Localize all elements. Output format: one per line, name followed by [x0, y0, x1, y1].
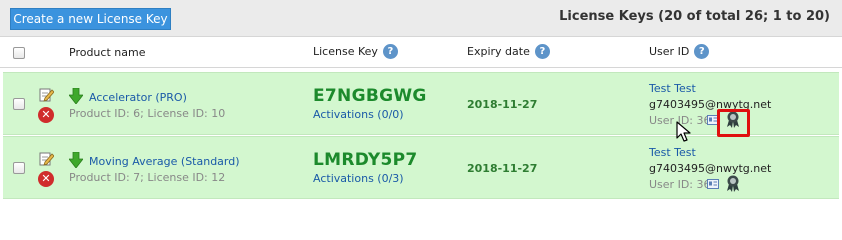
highlight-box [717, 109, 750, 137]
column-header-license-key-label: License Key [313, 45, 378, 58]
mouse-cursor-icon [676, 121, 691, 142]
product-meta: Product ID: 7; License ID: 12 [69, 171, 226, 184]
product-name-link[interactable]: Moving Average (Standard) [89, 155, 240, 168]
page-title: License Keys (20 of total 26; 1 to 20) [559, 9, 830, 24]
table-row: ✕ Moving Average (Standard) Product ID: … [3, 136, 839, 199]
product-meta: Product ID: 6; License ID: 10 [69, 107, 226, 120]
delete-icon[interactable]: ✕ [38, 107, 54, 123]
create-license-key-button[interactable]: Create a new License Key [10, 8, 171, 30]
column-header-user-id-label: User ID [649, 45, 690, 58]
activations-link[interactable]: Activations (0/0) [313, 108, 404, 121]
activations-link[interactable]: Activations (0/3) [313, 172, 404, 185]
row-checkbox[interactable] [13, 162, 25, 174]
table-row: ✕ Accelerator (PRO) Product ID: 6; Licen… [3, 72, 839, 135]
arrow-down-icon [69, 88, 83, 104]
user-name-link[interactable]: Test Test [649, 146, 696, 159]
help-icon[interactable]: ? [534, 44, 550, 59]
column-header-expiry[interactable]: Expiry date ? [467, 44, 550, 59]
license-key: E7NGBGWG [313, 86, 427, 106]
table-header: Product name License Key ? Expiry date ?… [0, 38, 842, 68]
user-email: g7403495@nwytg.net [649, 98, 772, 111]
column-header-product[interactable]: Product name [69, 46, 145, 59]
column-header-expiry-label: Expiry date [467, 45, 530, 58]
product-name-link[interactable]: Accelerator (PRO) [89, 91, 187, 104]
select-all-checkbox[interactable] [13, 47, 25, 59]
edit-icon[interactable] [39, 87, 54, 102]
user-email: g7403495@nwytg.net [649, 162, 772, 175]
edit-icon[interactable] [39, 151, 54, 166]
delete-icon[interactable]: ✕ [38, 171, 54, 187]
column-header-product-label: Product name [69, 46, 146, 59]
help-icon[interactable]: ? [694, 44, 710, 59]
expiry-date: 2018-11-27 [467, 98, 538, 111]
user-name-link[interactable]: Test Test [649, 82, 696, 95]
arrow-down-icon [69, 152, 83, 168]
column-header-license-key[interactable]: License Key ? [313, 44, 398, 59]
help-icon[interactable]: ? [382, 44, 398, 59]
toolbar: Create a new License Key License Keys (2… [0, 0, 842, 37]
user-id: User ID: 36 [649, 178, 711, 191]
license-key: LMRDY5P7 [313, 150, 418, 170]
expiry-date: 2018-11-27 [467, 162, 538, 175]
row-checkbox[interactable] [13, 98, 25, 110]
column-header-user-id[interactable]: User ID ? [649, 44, 710, 59]
award-badge-icon[interactable] [726, 175, 740, 192]
id-card-icon[interactable] [707, 179, 719, 189]
